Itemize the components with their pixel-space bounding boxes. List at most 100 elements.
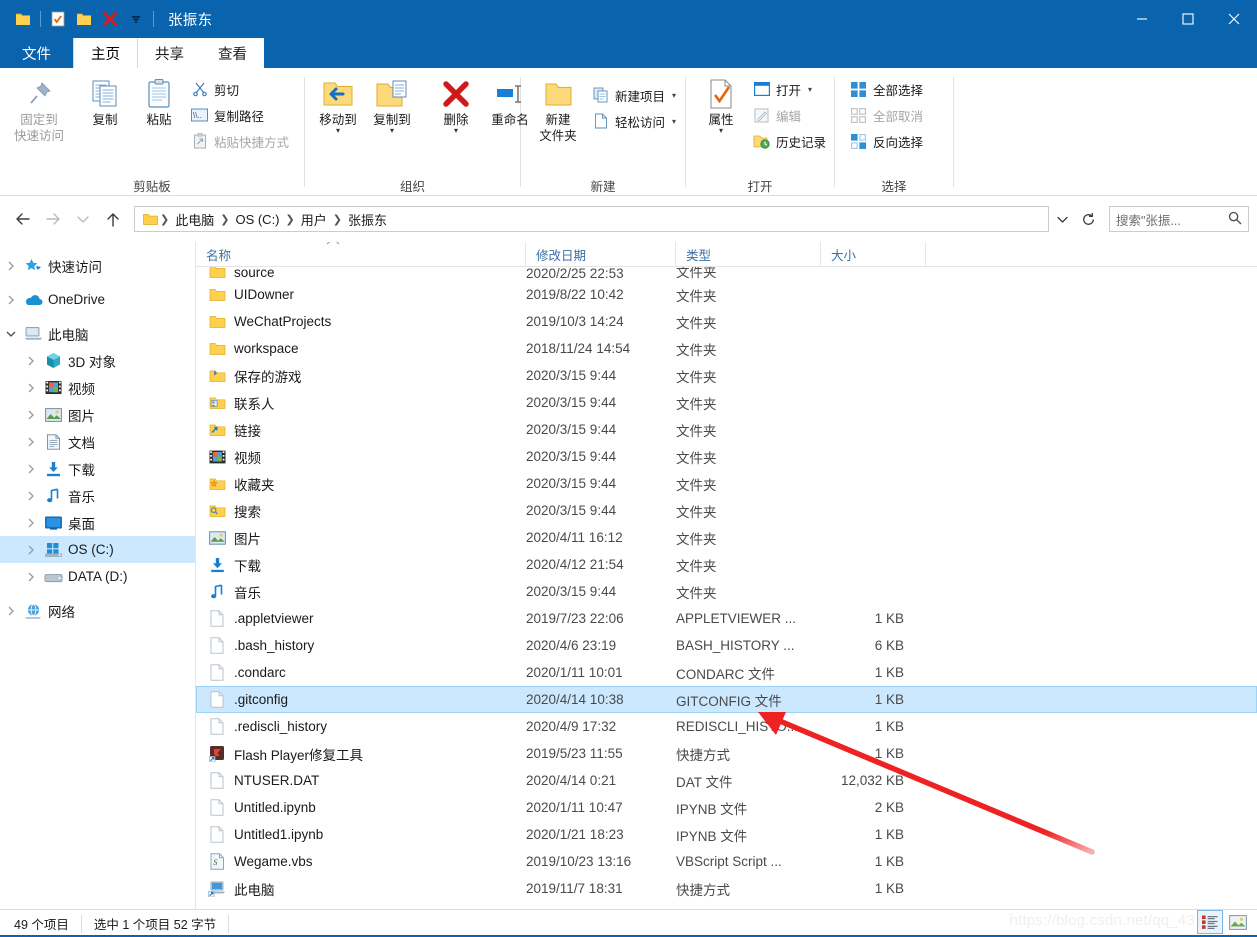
maximize-button[interactable]	[1165, 0, 1211, 38]
tab-view[interactable]: 查看	[201, 38, 264, 68]
table-row[interactable]: source 2020/2/25 22:53 文件夹	[196, 267, 1257, 281]
sidebar-item-4[interactable]: 视频	[0, 374, 195, 401]
chevron-right-icon[interactable]	[20, 356, 42, 366]
details-view-button[interactable]	[1197, 910, 1223, 934]
table-row[interactable]: 下载 2020/4/12 21:54 文件夹	[196, 551, 1257, 578]
column-header-type[interactable]: 类型	[676, 242, 821, 267]
table-row[interactable]: .rediscli_history 2020/4/9 17:32 REDISCLI_…	[196, 713, 1257, 740]
minimize-button[interactable]	[1119, 0, 1165, 38]
recent-locations-button[interactable]	[68, 204, 98, 234]
cut-button[interactable]: 剪切	[186, 76, 293, 102]
table-row[interactable]: Untitled1.ipynb 2020/1/21 18:23 IPYNB 文件 1 …	[196, 821, 1257, 848]
chevron-right-icon[interactable]	[20, 572, 42, 582]
address-dropdown-button[interactable]	[1049, 206, 1075, 232]
select-all-button[interactable]: 全部选择	[845, 76, 927, 102]
copy-to-button[interactable]: 复制到 ▾	[365, 74, 419, 136]
crumb-sep-1[interactable]: ❯	[218, 213, 231, 226]
crumb-sep-0[interactable]: ❯	[158, 213, 171, 226]
chevron-right-icon[interactable]	[20, 518, 42, 528]
table-row[interactable]: 图片 2020/4/11 16:12 文件夹	[196, 524, 1257, 551]
sidebar-item-6[interactable]: 文档	[0, 428, 195, 455]
crumb-sep-2[interactable]: ❯	[284, 213, 297, 226]
tab-file[interactable]: 文件	[0, 38, 73, 68]
move-to-caret-icon[interactable]: ▾	[336, 127, 340, 135]
sidebar-item-12[interactable]: 网络	[0, 597, 195, 624]
search-box[interactable]: 搜索"张振...	[1109, 206, 1249, 232]
table-row[interactable]: 保存的游戏 2020/3/15 9:44 文件夹	[196, 362, 1257, 389]
delete-button[interactable]: 删除 ▾	[429, 74, 483, 136]
close-button[interactable]	[1211, 0, 1257, 38]
back-button[interactable]	[8, 204, 38, 234]
pin-to-quick-access-button[interactable]: 固定到 快速访问	[0, 74, 78, 146]
sidebar-item-1[interactable]: OneDrive	[0, 286, 195, 313]
sidebar-item-5[interactable]: 图片	[0, 401, 195, 428]
column-header-date[interactable]: 修改日期	[526, 242, 676, 267]
table-row[interactable]: 搜索 2020/3/15 9:44 文件夹	[196, 497, 1257, 524]
new-item-button[interactable]: 新建项目 ▾	[587, 82, 680, 108]
breadcrumb-os-c[interactable]: OS (C:)	[231, 212, 283, 227]
crumb-sep-3[interactable]: ❯	[331, 213, 344, 226]
breadcrumb-user[interactable]: 张振东	[344, 210, 391, 229]
sidebar-item-3[interactable]: 3D 对象	[0, 347, 195, 374]
move-to-button[interactable]: 移动到 ▾	[311, 74, 365, 136]
chevron-right-icon[interactable]	[20, 437, 42, 447]
tab-share[interactable]: 共享	[138, 38, 201, 68]
chevron-right-icon[interactable]	[20, 464, 42, 474]
table-row[interactable]: 音乐 2020/3/15 9:44 文件夹	[196, 578, 1257, 605]
properties-button[interactable]: 属性 ▾	[694, 74, 748, 136]
copy-path-button[interactable]: \\.. 复制路径	[186, 102, 293, 128]
table-row[interactable]: .bash_history 2020/4/6 23:19 BASH_HISTORY …	[196, 632, 1257, 659]
chevron-right-icon[interactable]	[20, 545, 42, 555]
easy-access-button[interactable]: 轻松访问 ▾	[587, 108, 680, 134]
table-row[interactable]: 视频 2020/3/15 9:44 文件夹	[196, 443, 1257, 470]
qat-customize-caret-icon[interactable]	[123, 6, 149, 32]
chevron-right-icon[interactable]	[0, 606, 22, 616]
chevron-right-icon[interactable]	[20, 491, 42, 501]
file-list-pane[interactable]: 名称 修改日期 类型 大小 source 2020/2/25 22:53 文件夹 UI…	[196, 242, 1257, 909]
table-row[interactable]: NTUSER.DAT 2020/4/14 0:21 DAT 文件 12,032 KB	[196, 767, 1257, 794]
table-row[interactable]: WeChatProjects 2019/10/3 14:24 文件夹	[196, 308, 1257, 335]
chevron-right-icon[interactable]	[20, 410, 42, 420]
refresh-button[interactable]	[1075, 206, 1101, 232]
new-folder-button[interactable]: 新建 文件夹	[529, 74, 587, 146]
tab-home[interactable]: 主页	[73, 38, 138, 68]
edit-button[interactable]: 编辑	[748, 102, 830, 128]
table-row[interactable]: UIDowner 2019/8/22 10:42 文件夹	[196, 281, 1257, 308]
table-row[interactable]: workspace 2018/11/24 14:54 文件夹	[196, 335, 1257, 362]
select-none-button[interactable]: 全部取消	[845, 102, 927, 128]
up-button[interactable]	[98, 204, 128, 234]
table-row[interactable]: 联系人 2020/3/15 9:44 文件夹	[196, 389, 1257, 416]
open-button[interactable]: 打开 ▾	[748, 76, 830, 102]
column-header-size[interactable]: 大小	[821, 242, 926, 267]
table-row[interactable]: .appletviewer 2019/7/23 22:06 APPLETVIEWER…	[196, 605, 1257, 632]
table-row[interactable]: Untitled.ipynb 2020/1/11 10:47 IPYNB 文件 2 K…	[196, 794, 1257, 821]
paste-button[interactable]: 粘贴	[132, 74, 186, 130]
sidebar-item-7[interactable]: 下载	[0, 455, 195, 482]
sidebar-item-2[interactable]: 此电脑	[0, 320, 195, 347]
open-caret-icon[interactable]: ▾	[808, 85, 812, 94]
chevron-right-icon[interactable]	[0, 295, 22, 305]
thumbnails-view-button[interactable]	[1225, 910, 1251, 934]
chevron-right-icon[interactable]	[20, 383, 42, 393]
address-bar[interactable]: ❯ 此电脑 ❯ OS (C:) ❯ 用户 ❯ 张振东	[134, 206, 1049, 232]
chevron-down-icon[interactable]	[0, 330, 22, 338]
chevron-right-icon[interactable]	[0, 261, 22, 271]
sidebar-item-8[interactable]: 音乐	[0, 482, 195, 509]
table-row[interactable]: S Wegame.vbs 2019/10/23 13:16 VBScript Scri…	[196, 848, 1257, 875]
new-item-caret-icon[interactable]: ▾	[672, 91, 676, 100]
sidebar-item-10[interactable]: OS (C:)	[0, 536, 195, 563]
table-row[interactable]: 此电脑 2019/11/7 18:31 快捷方式 1 KB	[196, 875, 1257, 902]
qat-delete-icon[interactable]	[97, 6, 123, 32]
table-row[interactable]: .condarc 2020/1/11 10:01 CONDARC 文件 1 KB	[196, 659, 1257, 686]
table-row[interactable]: .gitconfig 2020/4/14 10:38 GITCONFIG 文件 1 K…	[196, 686, 1257, 713]
table-row[interactable]: Flash Player修复工具 2019/5/23 11:55 快捷方式 1 KB	[196, 740, 1257, 767]
breadcrumb-this-pc[interactable]: 此电脑	[171, 210, 218, 229]
easy-access-caret-icon[interactable]: ▾	[672, 117, 676, 126]
table-row[interactable]: 收藏夹 2020/3/15 9:44 文件夹	[196, 470, 1257, 497]
paste-shortcut-button[interactable]: 粘贴快捷方式	[186, 128, 293, 154]
copy-to-caret-icon[interactable]: ▾	[390, 127, 394, 135]
search-input[interactable]: 搜索"张振...	[1116, 210, 1181, 229]
breadcrumb-users[interactable]: 用户	[297, 210, 331, 229]
qat-folder-icon[interactable]	[10, 6, 36, 32]
forward-button[interactable]	[38, 204, 68, 234]
